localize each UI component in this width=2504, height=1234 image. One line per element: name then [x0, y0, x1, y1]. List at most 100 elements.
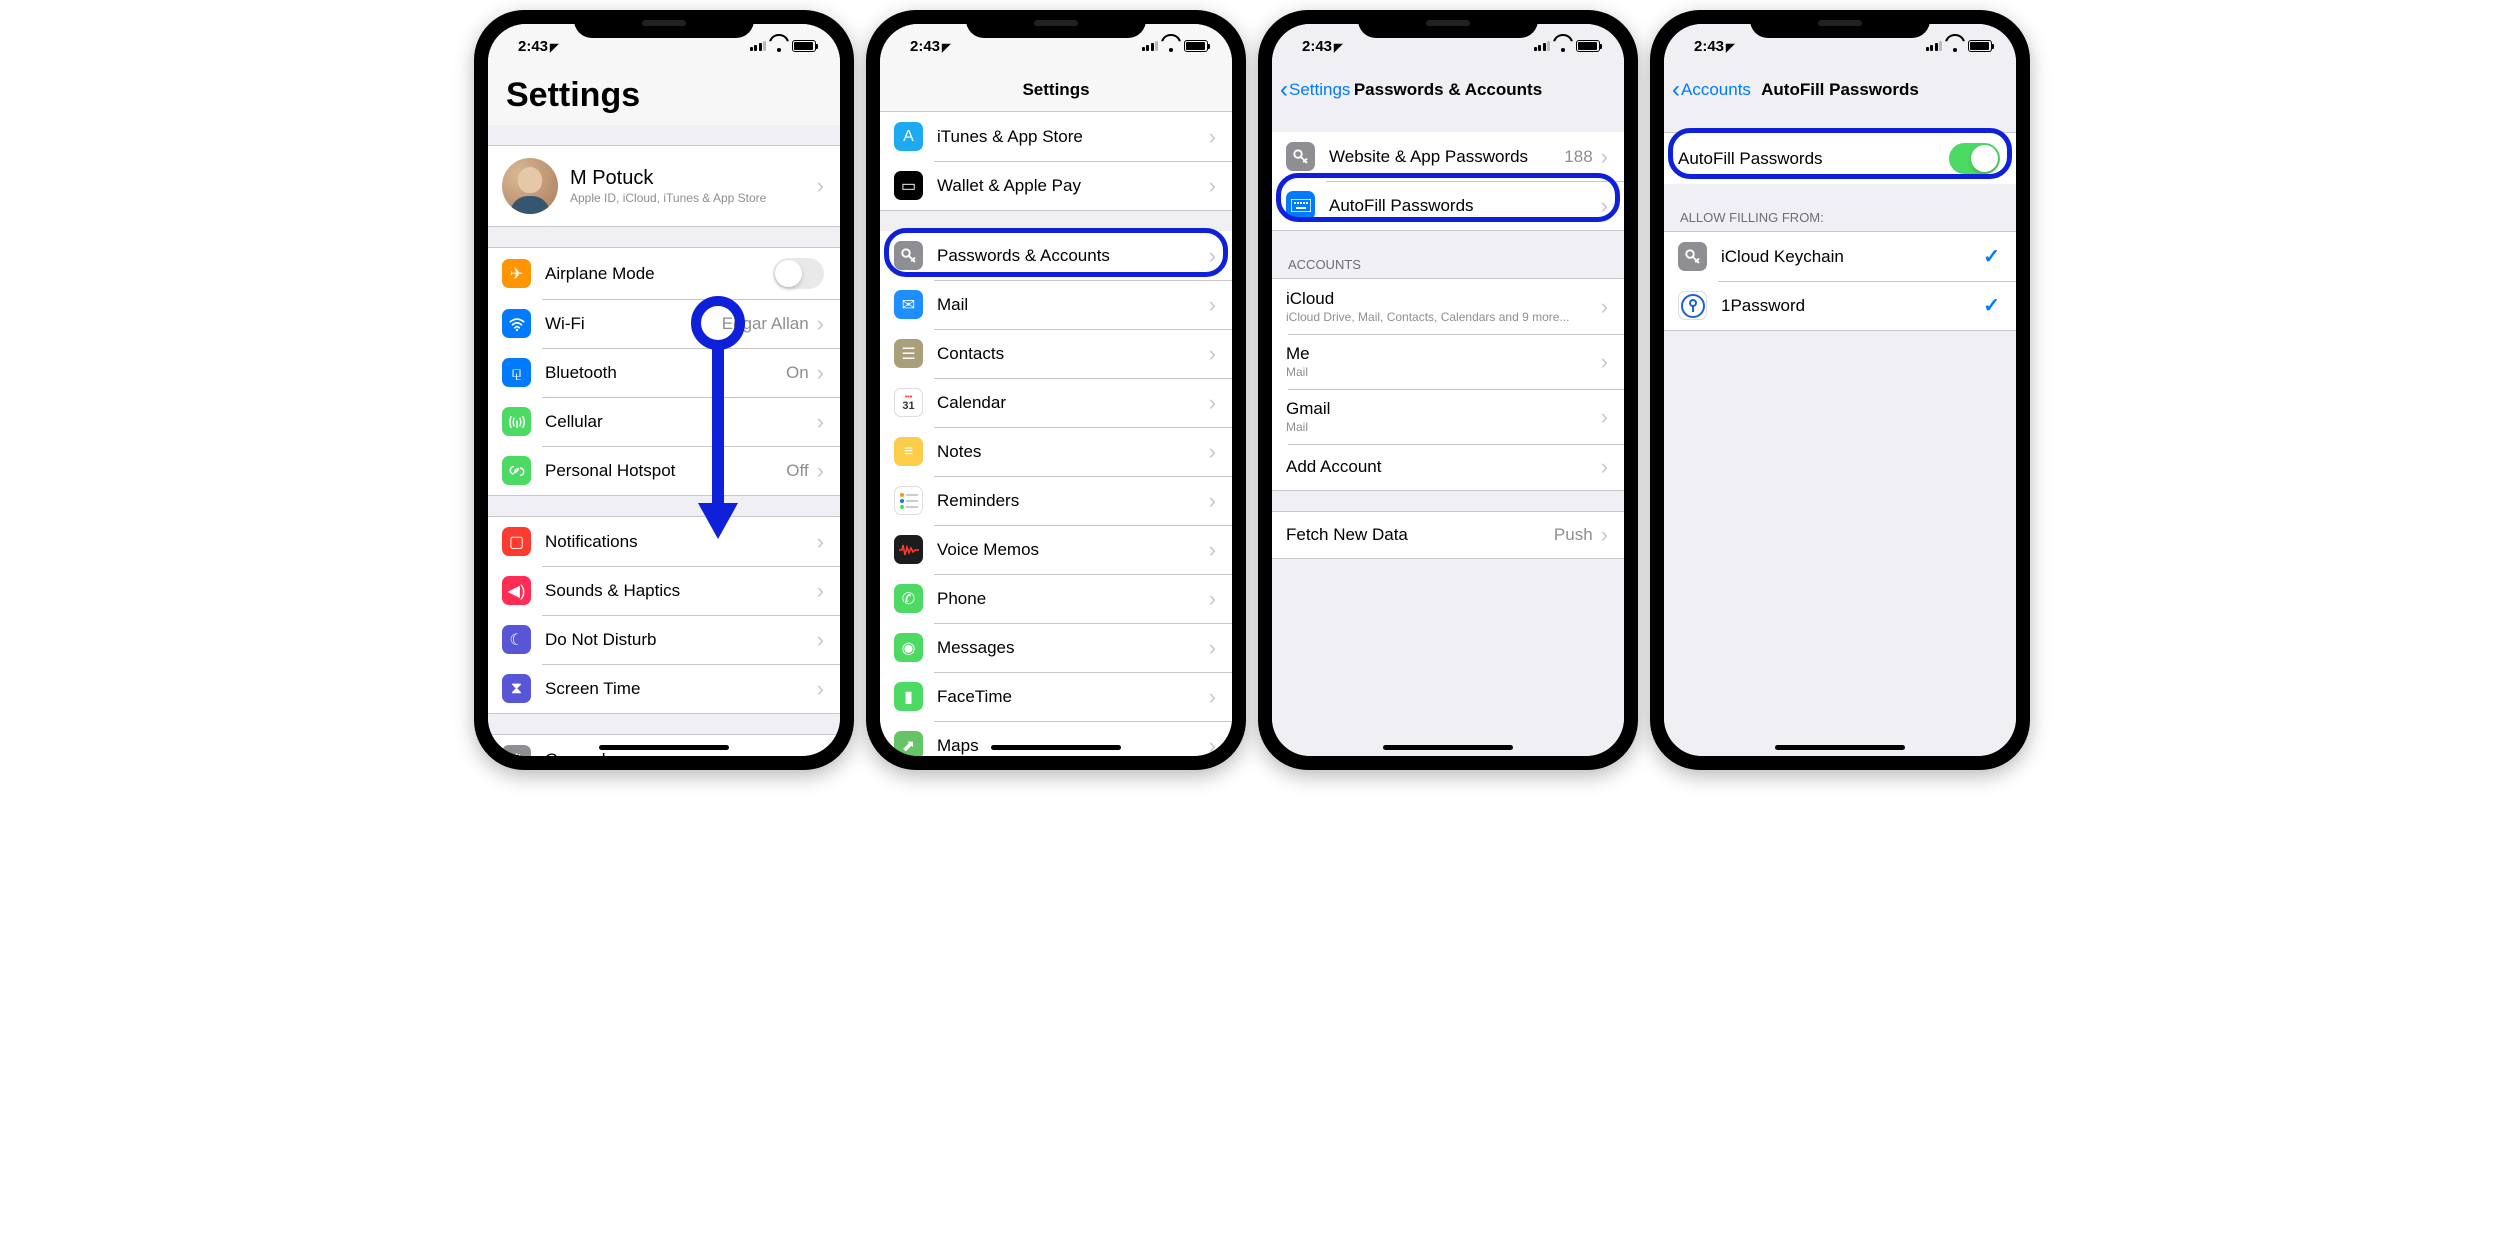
- row-wallet-apple-pay[interactable]: ▭Wallet & Apple Pay›: [880, 161, 1232, 211]
- home-indicator[interactable]: [991, 745, 1121, 750]
- row-messages[interactable]: ◉Messages›: [880, 623, 1232, 672]
- chevron-right-icon: ›: [1209, 341, 1216, 367]
- row-label: Notifications: [545, 532, 817, 552]
- autofill-passwords-icon: [1286, 191, 1315, 220]
- apple-id-row[interactable]: M Potuck Apple ID, iCloud, iTunes & App …: [488, 145, 840, 227]
- icloud-keychain-icon: [1678, 242, 1707, 271]
- chevron-right-icon: ›: [1209, 292, 1216, 318]
- nav-bar: Settings: [880, 68, 1232, 112]
- row-label: Contacts: [937, 344, 1209, 364]
- chevron-right-icon: ›: [817, 676, 824, 702]
- row-itunes-app-store[interactable]: AiTunes & App Store›: [880, 112, 1232, 161]
- row-notes[interactable]: ≡Notes›: [880, 427, 1232, 476]
- phone-settings-scrolled: 2:43◤ Settings AiTunes & App Store›▭Wall…: [866, 10, 1246, 770]
- row-notifications[interactable]: ▢Notifications›: [488, 516, 840, 566]
- autofill-list[interactable]: AutoFill Passwords ALLOW FILLING FROM: i…: [1664, 112, 2016, 756]
- phone-icon: ✆: [894, 584, 923, 613]
- check-icon: ✓: [1983, 244, 2000, 269]
- bluetooth-icon: ⚼: [502, 358, 531, 387]
- row-1password[interactable]: 1Password✓: [1664, 281, 2016, 331]
- row-phone[interactable]: ✆Phone›: [880, 574, 1232, 623]
- chevron-right-icon: ›: [817, 173, 824, 199]
- home-indicator[interactable]: [1775, 745, 1905, 750]
- chevron-right-icon: ›: [1209, 488, 1216, 514]
- autofill-toggle[interactable]: [1949, 143, 2000, 174]
- row-label: Calendar: [937, 393, 1209, 413]
- row-label: Wi-Fi: [545, 314, 722, 334]
- chevron-right-icon: ›: [817, 360, 824, 386]
- row-website-app-passwords[interactable]: Website & App Passwords188›: [1272, 132, 1624, 181]
- contacts-icon: ☰: [894, 339, 923, 368]
- allow-filling-header: ALLOW FILLING FROM:: [1664, 204, 2016, 231]
- row-sounds-haptics[interactable]: ◀)Sounds & Haptics›: [488, 566, 840, 615]
- row-label: Notes: [937, 442, 1209, 462]
- row-label: iCloud Keychain: [1721, 247, 1983, 267]
- row-airplane-mode[interactable]: ✈ Airplane Mode: [488, 247, 840, 299]
- website-app-passwords-icon: [1286, 142, 1315, 171]
- row-cellular[interactable]: Cellular›: [488, 397, 840, 446]
- passwords-accounts-list[interactable]: Website & App Passwords188›AutoFill Pass…: [1272, 112, 1624, 756]
- settings-list[interactable]: AiTunes & App Store›▭Wallet & Apple Pay›…: [880, 112, 1232, 756]
- reminders-icon: [894, 486, 923, 515]
- nav-title: Passwords & Accounts: [1354, 80, 1542, 100]
- mail-icon: ✉: [894, 290, 923, 319]
- row-passwords-accounts[interactable]: Passwords & Accounts›: [880, 231, 1232, 280]
- home-indicator[interactable]: [599, 745, 729, 750]
- row-mail[interactable]: ✉Mail›: [880, 280, 1232, 329]
- notch: [1358, 10, 1538, 38]
- row-calendar[interactable]: •••31Calendar›: [880, 378, 1232, 427]
- wi-fi-icon: [502, 309, 531, 338]
- phone-passwords-accounts: 2:43◤ ‹Settings Passwords & Accounts Web…: [1258, 10, 1638, 770]
- do-not-disturb-icon: ☾: [502, 625, 531, 654]
- row-do-not-disturb[interactable]: ☾Do Not Disturb›: [488, 615, 840, 664]
- row-label: Website & App Passwords: [1329, 147, 1564, 167]
- settings-list[interactable]: M Potuck Apple ID, iCloud, iTunes & App …: [488, 125, 840, 756]
- row-wi-fi[interactable]: Wi-FiEdgar Allan›: [488, 299, 840, 348]
- row-screen-time[interactable]: ⧗Screen Time›: [488, 664, 840, 714]
- chevron-right-icon: ›: [1209, 243, 1216, 269]
- notch: [1750, 10, 1930, 38]
- row-label: Airplane Mode: [545, 264, 773, 284]
- back-button[interactable]: ‹Accounts: [1672, 78, 1751, 102]
- row-personal-hotspot[interactable]: Personal HotspotOff›: [488, 446, 840, 496]
- row-icloud-keychain[interactable]: iCloud Keychain✓: [1664, 231, 2016, 281]
- airplane-mode-icon: ✈: [502, 259, 531, 288]
- row-fetch-new-data[interactable]: Fetch New DataPush›: [1272, 511, 1624, 559]
- row-maps[interactable]: ⬈Maps›: [880, 721, 1232, 756]
- row-icloud[interactable]: iCloudiCloud Drive, Mail, Contacts, Cale…: [1272, 278, 1624, 334]
- row-label: Sounds & Haptics: [545, 581, 817, 601]
- chevron-right-icon: ›: [1601, 294, 1608, 320]
- chevron-right-icon: ›: [1209, 439, 1216, 465]
- row-me[interactable]: MeMail›: [1272, 334, 1624, 389]
- notch: [966, 10, 1146, 38]
- notch: [574, 10, 754, 38]
- chevron-left-icon: ‹: [1280, 78, 1288, 102]
- row-reminders[interactable]: Reminders›: [880, 476, 1232, 525]
- general-icon: ⚙: [502, 745, 531, 756]
- row-label: iTunes & App Store: [937, 127, 1209, 147]
- home-indicator[interactable]: [1383, 745, 1513, 750]
- row-voice-memos[interactable]: Voice Memos›: [880, 525, 1232, 574]
- row-label: Wallet & Apple Pay: [937, 176, 1209, 196]
- row-autofill-passwords[interactable]: AutoFill Passwords›: [1272, 181, 1624, 231]
- row-facetime[interactable]: ▮FaceTime›: [880, 672, 1232, 721]
- facetime-icon: ▮: [894, 682, 923, 711]
- row-label: Do Not Disturb: [545, 630, 817, 650]
- itunes-app-store-icon: A: [894, 122, 923, 151]
- row-gmail[interactable]: GmailMail›: [1272, 389, 1624, 444]
- row-label: 1Password: [1721, 296, 1983, 316]
- chevron-right-icon: ›: [1601, 522, 1608, 548]
- user-name: M Potuck: [570, 167, 817, 190]
- sounds-haptics-icon: ◀): [502, 576, 531, 605]
- avatar: [502, 158, 558, 214]
- chevron-right-icon: ›: [817, 458, 824, 484]
- autofill-toggle-row[interactable]: AutoFill Passwords: [1664, 132, 2016, 184]
- back-button[interactable]: ‹Settings: [1280, 78, 1350, 102]
- row-label: Add Account: [1286, 457, 1601, 477]
- row-contacts[interactable]: ☰ Contacts›: [880, 329, 1232, 378]
- row-add-account[interactable]: Add Account›: [1272, 444, 1624, 491]
- row-label: Cellular: [545, 412, 817, 432]
- toggle[interactable]: [773, 258, 824, 289]
- row-bluetooth[interactable]: ⚼BluetoothOn›: [488, 348, 840, 397]
- chevron-left-icon: ‹: [1672, 78, 1680, 102]
